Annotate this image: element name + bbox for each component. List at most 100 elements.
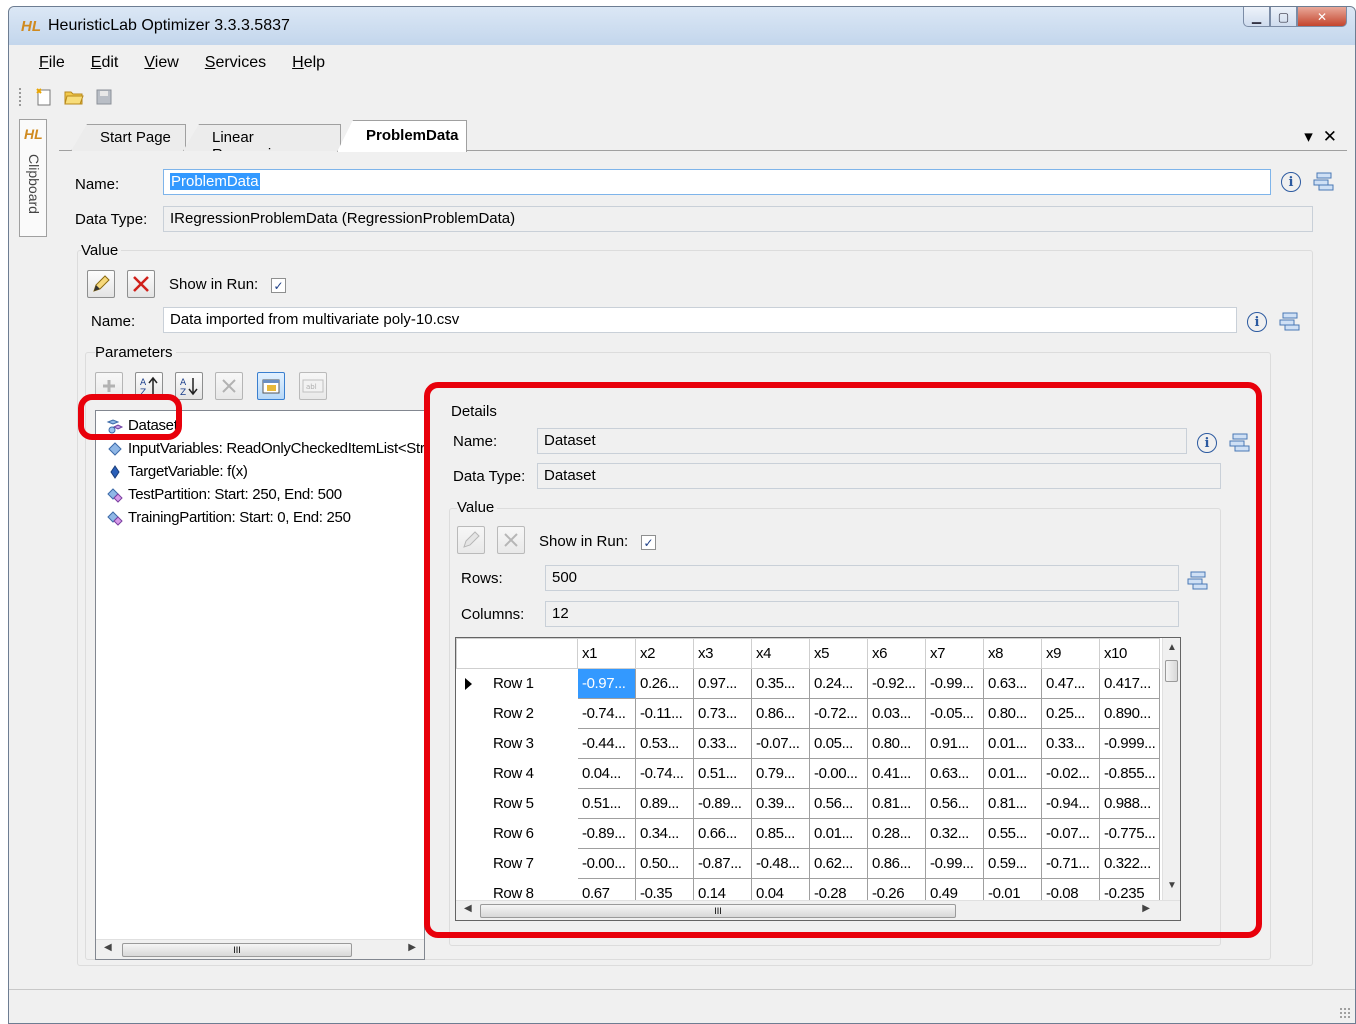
row-header[interactable]: Row 6 xyxy=(456,818,578,849)
clipboard-side-tab[interactable]: HL Clipboard xyxy=(19,119,47,237)
minimize-button[interactable]: ▁ xyxy=(1243,7,1270,27)
table-row[interactable]: Row 3 -0.44... 0.53... 0.33... -0.07... 0.05.… xyxy=(456,728,1161,759)
table-row[interactable]: Row 7 -0.00... 0.50... -0.87... -0.48... 0.62… xyxy=(456,848,1161,879)
sort-ascending-button[interactable]: AZ xyxy=(135,372,163,400)
grid-cell[interactable]: -0.92... xyxy=(867,668,926,699)
sort-descending-button[interactable]: AZ xyxy=(175,372,203,400)
tree-horizontal-scrollbar[interactable]: ◀ III ▶ xyxy=(96,939,424,959)
view-host-icon[interactable] xyxy=(1187,570,1209,590)
menu-view[interactable]: View xyxy=(144,54,178,72)
grid-cell[interactable]: 0.35... xyxy=(751,668,810,699)
grid-cell[interactable]: -0.11... xyxy=(635,698,694,729)
column-header[interactable]: x7 xyxy=(925,638,984,669)
row-header[interactable]: Row 3 xyxy=(456,728,578,759)
grid-cell[interactable]: 0.34... xyxy=(635,818,694,849)
grid-cell[interactable]: 0.01... xyxy=(983,728,1042,759)
grid-vertical-scrollbar[interactable]: ▲ ▼ xyxy=(1162,638,1180,900)
column-header[interactable]: x3 xyxy=(693,638,752,669)
edit-button[interactable] xyxy=(87,270,115,298)
table-row[interactable]: Row 2 -0.74... -0.11... 0.73... 0.86... -0.72… xyxy=(456,698,1161,729)
grid-cell[interactable]: -0.89... xyxy=(577,818,636,849)
grid-cell[interactable]: 0.81... xyxy=(867,788,926,819)
grid-cell[interactable]: 0.51... xyxy=(693,758,752,789)
details-edit-button[interactable] xyxy=(457,526,485,554)
tab-start-page[interactable]: Start Page xyxy=(71,124,186,151)
tree-item-test-partition[interactable]: TestPartition: Start: 250, End: 500 xyxy=(106,486,342,503)
rows-field[interactable]: 500 xyxy=(545,565,1179,591)
grid-cell[interactable]: -0.99... xyxy=(925,668,984,699)
grid-cell[interactable]: 0.62... xyxy=(809,848,868,879)
grid-cell[interactable]: -0.00... xyxy=(809,758,868,789)
grid-cell[interactable]: -0.999... xyxy=(1098,728,1161,759)
grid-cell[interactable]: 0.33... xyxy=(1041,728,1100,759)
grid-cell[interactable]: 0.56... xyxy=(925,788,984,819)
grid-cell[interactable]: 0.73... xyxy=(693,698,752,729)
grid-cell[interactable]: 0.33... xyxy=(693,728,752,759)
view-host-icon[interactable] xyxy=(1229,432,1251,452)
grid-cell[interactable]: -0.74... xyxy=(577,698,636,729)
resize-grip-icon[interactable] xyxy=(1339,1007,1351,1019)
column-header[interactable]: x8 xyxy=(983,638,1042,669)
rename-button[interactable]: abl xyxy=(299,372,327,400)
grid-cell[interactable]: 0.04... xyxy=(577,758,636,789)
info-icon[interactable]: i xyxy=(1281,172,1301,192)
grid-cell[interactable]: -0.87... xyxy=(693,848,752,879)
grid-cell[interactable]: 0.417... xyxy=(1098,668,1161,699)
grid-horizontal-scrollbar[interactable]: ◀ III ▶ xyxy=(456,900,1180,920)
grid-cell[interactable]: 0.25... xyxy=(1041,698,1100,729)
details-show-in-run-checkbox[interactable]: ✓ xyxy=(641,535,656,550)
table-row[interactable]: Row 5 0.51... 0.89... -0.89... 0.39... 0.56..… xyxy=(456,788,1161,819)
grid-cell[interactable]: 0.322... xyxy=(1098,848,1161,879)
grid-cell[interactable]: -0.07... xyxy=(751,728,810,759)
tree-item-training-partition[interactable]: TrainingPartition: Start: 0, End: 250 xyxy=(106,509,351,526)
grid-cell[interactable]: 0.51... xyxy=(577,788,636,819)
row-header[interactable]: Row 7 xyxy=(456,848,578,879)
toolbar-grip[interactable] xyxy=(19,88,21,106)
table-row[interactable]: Row 4 0.04... -0.74... 0.51... 0.79... -0.00.… xyxy=(456,758,1161,789)
grid-cell[interactable]: 0.28... xyxy=(867,818,926,849)
menu-help[interactable]: Help xyxy=(292,54,325,72)
column-header[interactable]: x9 xyxy=(1041,638,1100,669)
grid-cell[interactable]: 0.63... xyxy=(983,668,1042,699)
column-header[interactable]: x4 xyxy=(751,638,810,669)
grid-cell[interactable]: -0.00... xyxy=(577,848,636,879)
grid-cell[interactable]: 0.32... xyxy=(925,818,984,849)
scroll-thumb[interactable] xyxy=(1165,660,1178,682)
grid-cell[interactable]: 0.01... xyxy=(809,818,868,849)
maximize-button[interactable]: ▢ xyxy=(1270,7,1297,27)
scroll-thumb[interactable]: III xyxy=(480,904,956,918)
view-host-icon[interactable] xyxy=(1279,311,1301,331)
grid-cell[interactable]: 0.91... xyxy=(925,728,984,759)
grid-cell[interactable]: 0.53... xyxy=(635,728,694,759)
column-header[interactable]: x6 xyxy=(867,638,926,669)
show-in-run-checkbox[interactable]: ✓ xyxy=(271,278,286,293)
column-header[interactable]: x1 xyxy=(577,638,636,669)
grid-cell[interactable]: 0.39... xyxy=(751,788,810,819)
grid-cell[interactable]: 0.03... xyxy=(867,698,926,729)
open-button[interactable] xyxy=(63,86,85,108)
grid-cell[interactable]: -0.94... xyxy=(1041,788,1100,819)
scroll-up-icon[interactable]: ▲ xyxy=(1167,642,1177,653)
grid-cell[interactable]: 0.80... xyxy=(983,698,1042,729)
scroll-thumb[interactable]: III xyxy=(122,943,352,957)
grid-cell[interactable]: -0.74... xyxy=(635,758,694,789)
grid-cell[interactable]: 0.55... xyxy=(983,818,1042,849)
column-header[interactable]: x5 xyxy=(809,638,868,669)
grid-cell[interactable]: 0.05... xyxy=(809,728,868,759)
grid-cell[interactable]: -0.07... xyxy=(1041,818,1100,849)
grid-cell[interactable]: -0.48... xyxy=(751,848,810,879)
add-parameter-button[interactable] xyxy=(95,372,123,400)
grid-cell[interactable]: 0.86... xyxy=(867,848,926,879)
grid-cell[interactable]: 0.63... xyxy=(925,758,984,789)
save-button[interactable] xyxy=(93,86,115,108)
close-window-button[interactable]: ✕ xyxy=(1297,7,1347,27)
row-header[interactable]: Row 4 xyxy=(456,758,578,789)
grid-cell[interactable]: -0.44... xyxy=(577,728,636,759)
grid-cell[interactable]: 0.79... xyxy=(751,758,810,789)
scroll-left-icon[interactable]: ◀ xyxy=(104,942,112,953)
scroll-left-icon[interactable]: ◀ xyxy=(464,903,472,914)
grid-cell[interactable]: 0.97... xyxy=(693,668,752,699)
row-header[interactable]: Row 1 xyxy=(456,668,578,699)
table-row[interactable]: Row 6 -0.89... 0.34... 0.66... 0.85... 0.01..… xyxy=(456,818,1161,849)
grid-cell[interactable]: 0.890... xyxy=(1098,698,1161,729)
